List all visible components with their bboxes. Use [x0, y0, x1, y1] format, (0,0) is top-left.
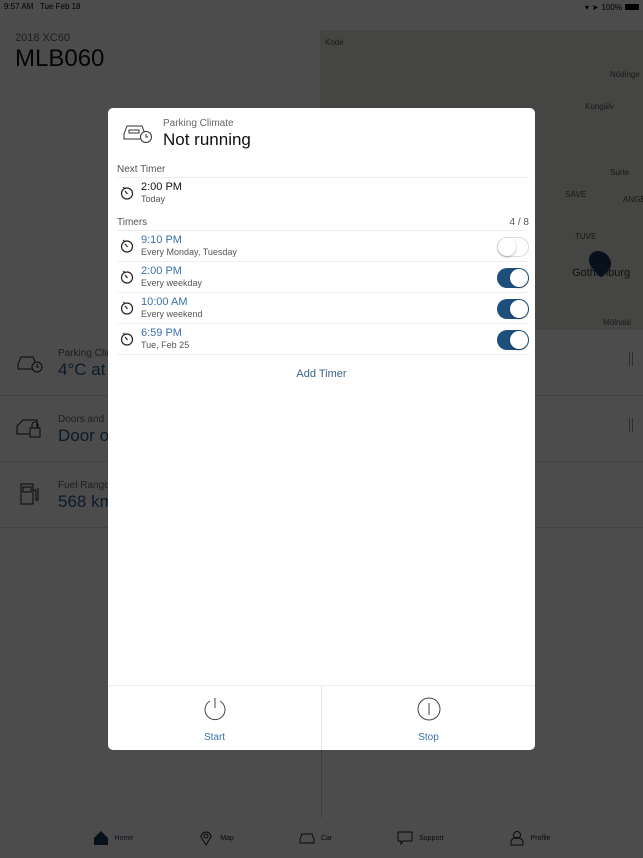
timer-time: 9:10 PM	[141, 234, 182, 246]
timers-count: 4 / 8	[509, 217, 529, 228]
section-title: Next Timer	[117, 164, 166, 175]
start-button[interactable]: Start	[108, 686, 321, 750]
timer-toggle[interactable]	[497, 237, 529, 257]
timer-time: 6:59 PM	[141, 327, 182, 339]
timer-row[interactable]: 9:10 PM Every Monday, Tuesday	[117, 231, 529, 262]
stop-icon	[417, 697, 440, 721]
toggle-knob	[510, 269, 528, 287]
car-clock-icon	[123, 125, 152, 143]
toggle-knob	[498, 238, 516, 256]
timer-icon	[120, 239, 134, 253]
next-timer-day: Today	[141, 194, 166, 204]
timer-row[interactable]: 2:00 PM Every weekday	[117, 262, 529, 293]
timer-icon	[120, 270, 134, 284]
timer-toggle[interactable]	[497, 330, 529, 350]
parking-climate-modal: Parking Climate Not running Next Timer 2…	[108, 108, 535, 750]
timer-icon	[120, 301, 134, 315]
action-bar: Start Stop	[108, 685, 535, 750]
next-timer-header: Next Timer	[117, 164, 529, 178]
timer-icon	[120, 332, 134, 346]
timer-row[interactable]: 6:59 PM Tue, Feb 25	[117, 324, 529, 355]
stop-label: Stop	[418, 732, 439, 743]
timer-toggle[interactable]	[497, 299, 529, 319]
stop-button[interactable]: Stop	[321, 686, 535, 750]
timer-icon	[120, 186, 134, 200]
timers-header: Timers 4 / 8	[117, 217, 529, 231]
toggle-knob	[510, 300, 528, 318]
timer-time: 10:00 AM	[141, 296, 188, 308]
timer-repeat: Every Monday, Tuesday	[141, 247, 237, 257]
timer-repeat: Tue, Feb 25	[141, 340, 190, 350]
timer-toggle[interactable]	[497, 268, 529, 288]
timer-repeat: Every weekend	[141, 309, 203, 319]
next-timer-time: 2:00 PM	[141, 181, 182, 193]
timer-repeat: Every weekday	[141, 278, 203, 288]
modal-title: Not running	[163, 130, 251, 149]
next-timer-row: 2:00 PM Today	[117, 178, 529, 209]
add-timer-button[interactable]: Add Timer	[108, 368, 535, 380]
start-label: Start	[203, 732, 226, 743]
timer-time: 2:00 PM	[141, 265, 182, 277]
toggle-knob	[510, 331, 528, 349]
modal-subtitle: Parking Climate	[163, 118, 234, 129]
timer-row[interactable]: 10:00 AM Every weekend	[117, 293, 529, 324]
section-title: Timers	[117, 217, 148, 228]
power-icon	[204, 698, 225, 721]
